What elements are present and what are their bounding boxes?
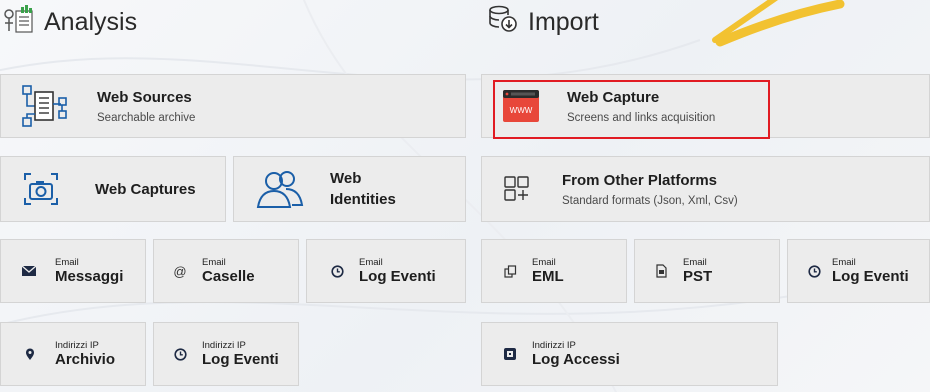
web-identities-title-line1: Web — [330, 170, 362, 187]
users-group-icon — [256, 169, 304, 209]
other-platforms-tile[interactable]: From Other Platforms Standard formats (J… — [481, 156, 930, 222]
ip-log-tile[interactable]: Indirizzi IP Log Eventi — [153, 322, 299, 386]
web-sources-subtitle: Searchable archive — [97, 111, 196, 124]
email-messages-tile[interactable]: Email Messaggi — [0, 239, 146, 303]
pst-file-icon — [653, 264, 669, 278]
import-title: Import — [528, 7, 599, 36]
email-mailboxes-tile[interactable]: @ Email Caselle — [153, 239, 299, 303]
ip-access-log-label: Log Accessi — [532, 350, 620, 368]
envelope-icon — [21, 265, 37, 277]
web-sources-tile[interactable]: Web Sources Searchable archive — [0, 74, 466, 138]
eml-file-icon — [502, 264, 518, 278]
email-eml-tile[interactable]: Email EML — [481, 239, 627, 303]
email-log-caption: Email — [359, 256, 383, 268]
web-capture-highlight-box — [493, 80, 770, 139]
other-platforms-subtitle: Standard formats (Json, Xml, Csv) — [562, 194, 738, 207]
analysis-title: Analysis — [44, 7, 138, 36]
web-captures-tile[interactable]: Web Captures — [0, 156, 226, 222]
email-eml-caption: Email — [532, 256, 556, 268]
analysis-chart-icon — [4, 4, 34, 40]
apps-add-icon — [502, 176, 532, 202]
location-pin-icon — [23, 348, 37, 361]
ip-access-log-tile[interactable]: Indirizzi IP Log Accessi — [481, 322, 778, 386]
email-pst-caption: Email — [683, 256, 707, 268]
ip-archive-label: Archivio — [55, 350, 116, 368]
ip-archive-caption: Indirizzi IP — [55, 339, 99, 351]
import-section-title: Import — [488, 4, 599, 40]
clock-icon — [329, 264, 345, 278]
email-mailboxes-label: Caselle — [202, 267, 255, 285]
web-identities-tile[interactable]: Web Identities — [233, 156, 466, 222]
ip-archive-tile[interactable]: Indirizzi IP Archivio — [0, 322, 146, 386]
ip-log-label: Log Eventi — [202, 350, 279, 368]
database-import-icon — [488, 5, 518, 40]
camera-capture-icon — [21, 170, 61, 208]
web-sources-tree-icon — [19, 84, 71, 128]
at-sign-icon: @ — [173, 263, 187, 279]
access-log-icon — [502, 348, 518, 360]
ip-access-log-caption: Indirizzi IP — [532, 339, 576, 351]
email-log-label: Log Eventi — [359, 267, 436, 285]
email-pst-tile[interactable]: Email PST — [634, 239, 780, 303]
ip-log-caption: Indirizzi IP — [202, 339, 246, 351]
email-log-import-caption: Email — [832, 256, 856, 268]
analysis-section-title: Analysis — [4, 4, 137, 40]
clock-icon — [172, 347, 188, 361]
web-identities-title-line2: Identities — [330, 191, 396, 208]
email-messages-label: Messaggi — [55, 267, 124, 285]
email-mailboxes-caption: Email — [202, 256, 226, 268]
web-captures-title: Web Captures — [95, 180, 196, 198]
email-pst-label: PST — [683, 267, 713, 285]
email-eml-label: EML — [532, 267, 564, 285]
web-sources-title: Web Sources — [97, 88, 192, 106]
email-log-import-tile[interactable]: Email Log Eventi — [787, 239, 930, 303]
email-log-tile[interactable]: Email Log Eventi — [306, 239, 466, 303]
email-log-import-label: Log Eventi — [832, 267, 909, 285]
clock-icon — [806, 264, 822, 278]
yellow-pen-stroke-icon — [712, 0, 845, 47]
other-platforms-title: From Other Platforms — [562, 171, 718, 189]
email-messages-caption: Email — [55, 256, 79, 268]
